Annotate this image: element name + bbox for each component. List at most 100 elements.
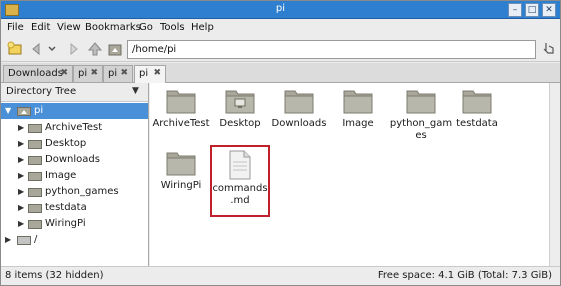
forward-icon[interactable] <box>65 41 81 57</box>
side-pane-title: Directory Tree <box>6 86 77 97</box>
status-bar: 8 items (32 hidden) Free space: 4.1 GiB … <box>1 266 560 285</box>
menu-go[interactable]: Go <box>139 22 153 33</box>
tab-pi-1[interactable]: pi ✖ <box>73 65 103 82</box>
file-manager-window: pi – □ ✕ File Edit View Bookmarks Go Too… <box>0 0 561 286</box>
menu-file[interactable]: File <box>7 22 24 33</box>
tab-pi-active[interactable]: pi ✖ <box>134 65 166 83</box>
new-tab-icon[interactable] <box>7 41 23 57</box>
tab-label: pi <box>78 68 88 79</box>
file-name: commands.md <box>212 183 268 206</box>
menu-bookmarks[interactable]: Bookmarks <box>85 22 141 33</box>
file-item-commands-md[interactable]: commands.md <box>210 145 270 217</box>
menu-tools[interactable]: Tools <box>160 22 185 33</box>
home-folder-icon <box>17 107 31 116</box>
folder-icon <box>28 140 42 149</box>
tree-item-archivetest[interactable]: ▶ ArchiveTest <box>1 120 148 136</box>
file-name: Desktop <box>219 118 261 129</box>
tree-item-desktop[interactable]: ▶ Desktop <box>1 136 148 152</box>
folder-icon <box>28 220 42 229</box>
expand-icon[interactable]: ▶ <box>5 235 15 244</box>
free-space: Free space: 4.1 GiB (Total: 7.3 GiB) <box>377 270 552 281</box>
file-view: ArchiveTest Desktop Downloads Image pyth… <box>150 83 560 266</box>
file-item-wiringpi[interactable]: WiringPi <box>152 149 210 192</box>
toolbar <box>1 37 560 62</box>
tab-label: Downloads <box>8 68 63 79</box>
tree-item-wiringpi[interactable]: ▶ WiringPi <box>1 216 148 232</box>
folder-icon <box>28 124 42 133</box>
desktop-folder-icon <box>225 90 255 114</box>
tree-item-label: Image <box>45 170 77 181</box>
folder-icon <box>343 90 373 114</box>
folder-icon <box>166 152 196 176</box>
title-bar[interactable]: pi – □ ✕ <box>1 1 560 19</box>
expand-icon[interactable]: ▶ <box>18 187 28 196</box>
close-icon[interactable]: ✕ <box>542 3 556 17</box>
tree-item-label: Downloads <box>45 154 100 165</box>
tree-item-image[interactable]: ▶ Image <box>1 168 148 184</box>
maximize-icon[interactable]: □ <box>525 3 539 17</box>
file-name: WiringPi <box>160 180 202 191</box>
folder-icon <box>166 90 196 114</box>
tab-close-icon[interactable]: ✖ <box>153 68 161 78</box>
file-item-archivetest[interactable]: ArchiveTest <box>152 87 210 130</box>
tree-item-python-games[interactable]: ▶ python_games <box>1 184 148 200</box>
tab-bar: Downloads ✖ pi ✖ pi ✖ pi ✖ <box>1 63 560 83</box>
menu-view[interactable]: View <box>57 22 81 33</box>
tree-item-label: / <box>34 234 38 245</box>
expand-icon[interactable]: ▶ <box>18 171 28 180</box>
file-name: Image <box>342 118 374 129</box>
tree-item-label: WiringPi <box>45 218 86 229</box>
back-icon[interactable] <box>29 41 45 57</box>
tab-pi-2[interactable]: pi ✖ <box>103 65 133 82</box>
expand-icon[interactable]: ▶ <box>18 203 28 212</box>
tree-item-label: python_games <box>45 186 119 197</box>
up-icon[interactable] <box>87 41 103 57</box>
home-icon[interactable] <box>107 41 123 57</box>
vertical-scrollbar[interactable] <box>549 83 560 266</box>
folder-icon <box>28 172 42 181</box>
expand-icon[interactable]: ▶ <box>18 219 28 228</box>
file-item-python-games[interactable]: python_games <box>388 87 454 142</box>
minimize-icon[interactable]: – <box>508 3 522 17</box>
tab-label: pi <box>139 68 149 79</box>
folder-icon <box>406 90 436 114</box>
tab-close-icon[interactable]: ✖ <box>60 68 68 78</box>
tab-label: pi <box>108 68 118 79</box>
directory-tree-pane: Directory Tree ▼ ▼ pi ▶ ArchiveTest ▶ De… <box>1 83 149 266</box>
file-name: ArchiveTest <box>152 118 210 129</box>
folder-icon <box>462 90 492 114</box>
drive-icon <box>17 236 31 245</box>
tab-close-icon[interactable]: ✖ <box>90 68 98 78</box>
window-title: pi <box>275 3 286 14</box>
file-item-desktop[interactable]: Desktop <box>211 87 269 130</box>
menu-edit[interactable]: Edit <box>31 22 50 33</box>
tab-close-icon[interactable]: ✖ <box>120 68 128 78</box>
file-item-downloads[interactable]: Downloads <box>270 87 328 130</box>
expand-icon[interactable]: ▶ <box>18 139 28 148</box>
item-count: 8 items (32 hidden) <box>5 270 104 281</box>
file-name: Downloads <box>271 118 327 129</box>
chevron-down-icon[interactable]: ▼ <box>132 86 139 96</box>
menu-bar: File Edit View Bookmarks Go Tools Help <box>1 20 560 37</box>
folder-icon <box>28 188 42 197</box>
file-item-testdata[interactable]: testdata <box>448 87 506 130</box>
expand-icon[interactable]: ▶ <box>18 155 28 164</box>
folder-icon <box>28 204 42 213</box>
tree-item-testdata[interactable]: ▶ testdata <box>1 200 148 216</box>
tree-item-label: testdata <box>45 202 87 213</box>
side-pane-selector[interactable]: Directory Tree ▼ <box>1 83 148 102</box>
expand-icon[interactable]: ▶ <box>18 123 28 132</box>
file-item-image[interactable]: Image <box>329 87 387 130</box>
tree-item-root[interactable]: ▶ / <box>1 232 148 248</box>
tree-item-pi[interactable]: ▼ pi <box>1 103 148 119</box>
menu-help[interactable]: Help <box>191 22 214 33</box>
tree-item-downloads[interactable]: ▶ Downloads <box>1 152 148 168</box>
tab-downloads[interactable]: Downloads ✖ <box>3 65 73 82</box>
go-icon[interactable] <box>541 41 557 57</box>
file-name: testdata <box>456 118 498 129</box>
text-file-icon <box>229 150 251 180</box>
path-input[interactable] <box>127 40 536 59</box>
back-history-chevron-icon[interactable] <box>47 41 57 57</box>
folder-icon <box>28 156 42 165</box>
collapse-icon[interactable]: ▼ <box>5 106 15 115</box>
